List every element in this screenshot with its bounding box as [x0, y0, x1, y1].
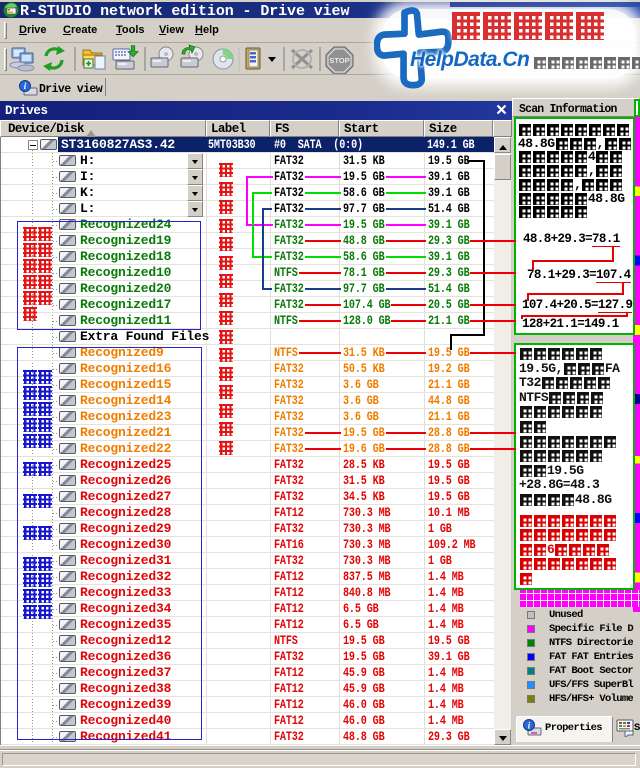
svg-text:STOP: STOP: [329, 56, 349, 65]
